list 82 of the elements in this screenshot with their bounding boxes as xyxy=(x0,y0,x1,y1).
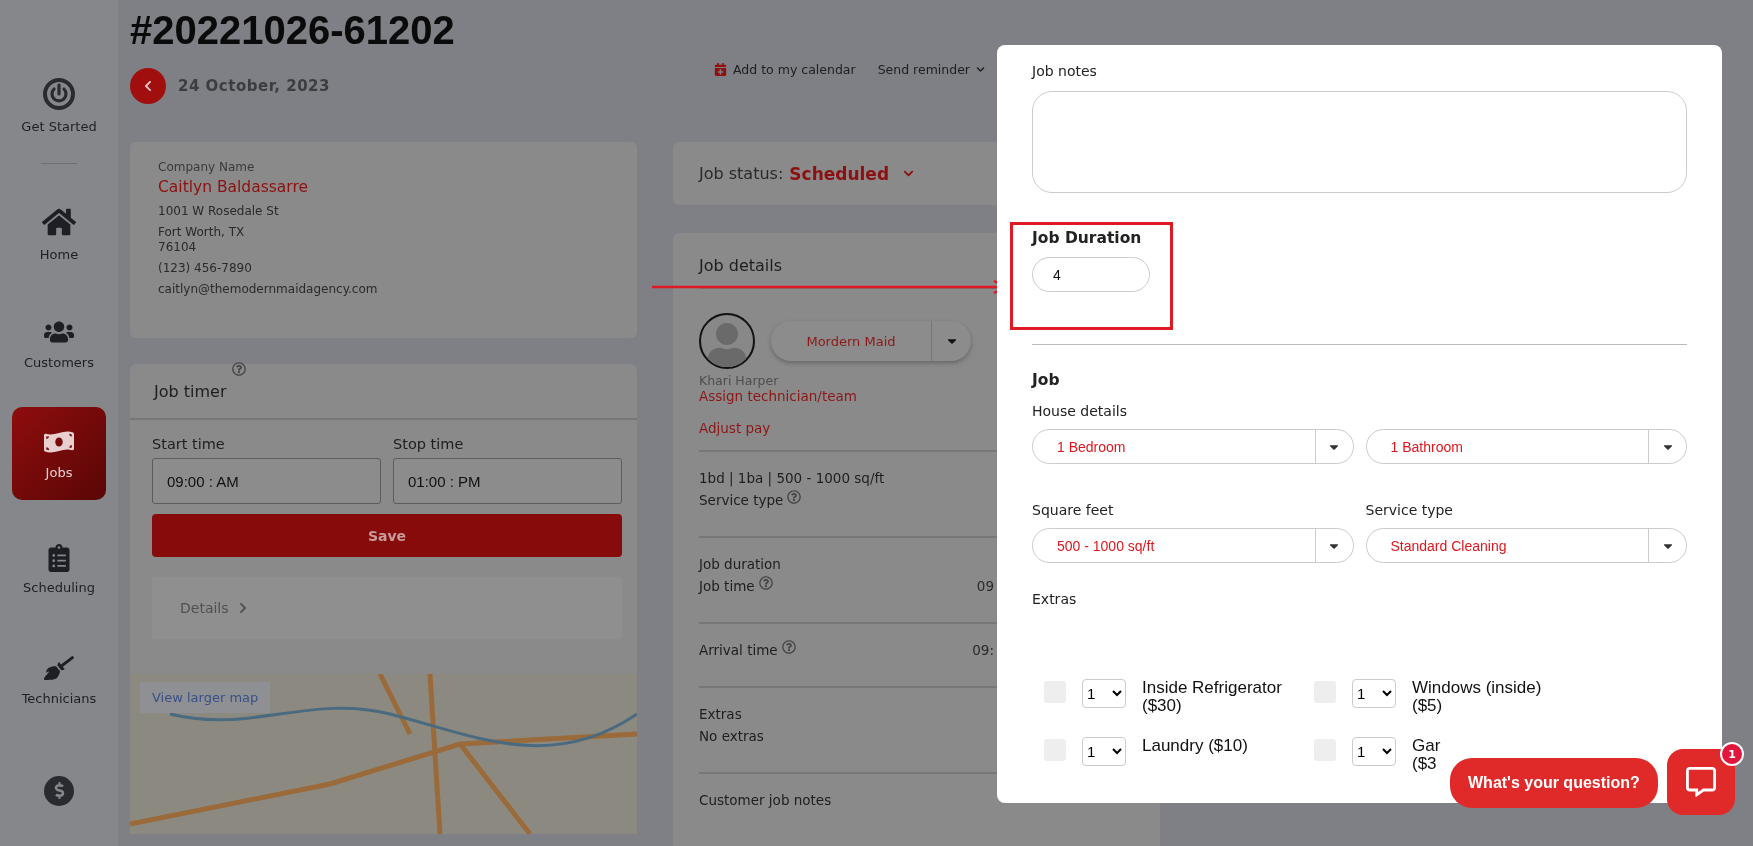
chat-button[interactable] xyxy=(1667,749,1735,815)
stop-time-field[interactable]: 01:00 : PM xyxy=(393,458,622,504)
send-reminder-button[interactable]: Send reminder xyxy=(877,61,985,77)
job-notes-field[interactable] xyxy=(1032,91,1687,193)
detail-text: Customer job notes xyxy=(699,792,832,808)
job-notes-label: Job notes xyxy=(1032,63,1098,79)
nav-label: Home xyxy=(39,246,79,262)
detail-value: 09 xyxy=(976,578,994,594)
nav-item[interactable]: Scheduling xyxy=(12,513,106,625)
chevron-down-icon xyxy=(903,168,915,179)
help-icon[interactable] xyxy=(758,576,773,590)
add-to-calendar-button[interactable]: Add to my calendar xyxy=(714,61,856,77)
city-state: Fort Worth, TX xyxy=(158,225,246,240)
help-icon[interactable] xyxy=(787,490,802,504)
chevron-left-icon xyxy=(142,80,154,92)
job-date: 24 October, 2023 xyxy=(178,77,330,95)
job-status-dropdown[interactable]: Scheduled xyxy=(789,163,915,184)
job-details-title: Job details xyxy=(699,256,783,275)
extra-option-label: Windows (inside) ($5) xyxy=(1412,679,1542,715)
extras-label: Extras xyxy=(1032,591,1078,607)
nav-label: Technicians xyxy=(21,691,97,707)
select-label: Service type xyxy=(1365,502,1453,518)
chat-icon xyxy=(1686,767,1716,797)
street-address: 1001 W Rosedale St xyxy=(158,204,280,219)
chevron-down-icon xyxy=(976,64,985,74)
customer-name: Caitlyn Baldassarre xyxy=(158,178,310,196)
nav-item[interactable]: Get Started xyxy=(12,50,106,161)
detail-text: Job duration xyxy=(699,556,781,572)
extra-option-label: Laundry ($10) xyxy=(1142,737,1248,755)
help-icon[interactable] xyxy=(781,640,796,654)
back-button[interactable] xyxy=(130,68,166,104)
job-section-title: Job xyxy=(1032,371,1061,389)
save-button[interactable]: Save xyxy=(152,514,622,557)
team-split-button[interactable]: Mordern Maid xyxy=(771,321,971,361)
start-time-label: Start time xyxy=(152,436,226,452)
view-larger-map-link[interactable]: View larger map xyxy=(140,682,271,713)
team-button[interactable]: Mordern Maid xyxy=(771,321,931,361)
job-number-title: #20221026-61202 xyxy=(130,7,456,54)
detail-text: 1bd | 1ba | 500 - 1000 sq/ft xyxy=(699,470,885,486)
extra-option-label: Gar ($3 xyxy=(1412,737,1441,773)
stop-time-label: Stop time xyxy=(393,436,465,452)
quantity-select[interactable]: 1 xyxy=(1352,679,1396,708)
company-caption: Company Name xyxy=(158,160,256,174)
details-link[interactable]: Assign technician/team xyxy=(699,388,857,404)
email-address: caitlyn@themodernmaidagency.com xyxy=(158,282,379,297)
job-status-label: Job status: xyxy=(699,164,784,183)
extra-option-label: Inside Refrigerator ($30) xyxy=(1142,679,1282,715)
start-time-field[interactable]: 09:00 : AM xyxy=(152,458,381,504)
job-timer-title: Job timer xyxy=(154,381,227,401)
nav-item[interactable]: Customers xyxy=(12,288,106,400)
quantity-select[interactable]: 1 xyxy=(1082,737,1126,766)
select-label: Square feet xyxy=(1032,502,1114,518)
job-duration-field[interactable]: 4 xyxy=(1032,257,1150,292)
notification-badge: 1 xyxy=(1720,742,1744,766)
nav-label: Customers xyxy=(24,355,94,371)
calendar-icon xyxy=(714,62,728,76)
details-link[interactable]: Adjust pay xyxy=(699,420,771,436)
detail-text: Extras xyxy=(699,706,742,722)
nav-item[interactable]: Technicians xyxy=(12,624,106,736)
quantity-select[interactable]: 1 xyxy=(1352,737,1396,766)
nav-label: Jobs xyxy=(45,465,73,480)
details-button[interactable]: Details xyxy=(152,577,622,639)
detail-text: Job time xyxy=(699,578,755,594)
technician-name: Khari Harper xyxy=(699,373,779,388)
job-duration-label: Job Duration xyxy=(1032,229,1143,247)
nav-item[interactable]: Home xyxy=(12,177,106,289)
nav-label: Get Started xyxy=(21,118,97,134)
detail-text: Service type xyxy=(699,492,784,508)
detail-text: Arrival time xyxy=(699,642,778,658)
select-label: House details xyxy=(1032,403,1127,419)
zip-code: 76104 xyxy=(158,240,198,255)
avatar-silhouette xyxy=(699,313,755,369)
nav-label: Scheduling xyxy=(23,579,95,595)
nav-item[interactable]: Jobs xyxy=(12,407,106,500)
chat-prompt-bubble[interactable]: What's your question? xyxy=(1450,758,1658,808)
phone-number: (123) 456-7890 xyxy=(158,261,253,276)
help-icon[interactable] xyxy=(232,362,247,376)
dollar-icon xyxy=(44,775,74,806)
power-icon xyxy=(42,76,76,111)
quantity-select[interactable]: 1 xyxy=(1082,679,1126,708)
detail-value: 09: xyxy=(972,642,994,658)
detail-text: No extras xyxy=(699,728,764,744)
